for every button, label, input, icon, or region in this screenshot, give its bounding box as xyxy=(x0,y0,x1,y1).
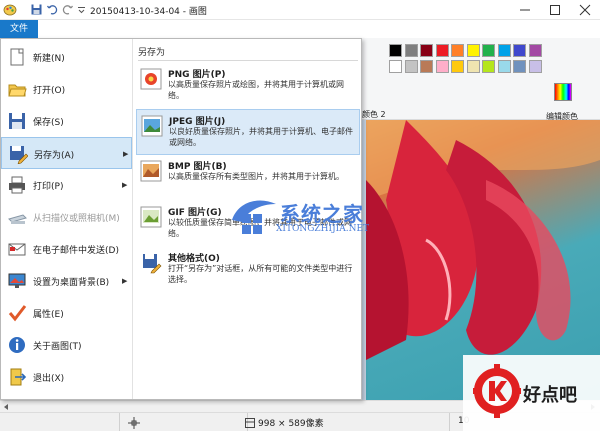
save-as-option-png-image[interactable]: PNG 图片(P) 以高质量保存照片或绘图，并将其用于计算机或网络。 xyxy=(136,63,360,109)
file-menu-item-label: 设置为桌面背景(B) xyxy=(33,278,110,288)
color-spectrum-icon xyxy=(554,83,572,101)
checkmark-icon xyxy=(8,305,27,322)
file-menu-item-label: 在电子邮件中发送(D) xyxy=(33,246,119,256)
quick-save-icon[interactable] xyxy=(30,3,43,16)
status-segment xyxy=(0,413,120,431)
file-menu-item-checkmark[interactable]: 属性(E) xyxy=(1,297,132,329)
customize-toolbar-icon[interactable] xyxy=(75,3,88,16)
save-as-option-jpeg-image[interactable]: JPEG 图片(J) 以良好质量保存照片，并将其用于计算机、电子邮件或网络。 xyxy=(136,109,360,155)
file-menu-item-label: 新建(N) xyxy=(33,54,65,64)
save-as-header-divider xyxy=(138,60,358,61)
save-as-option-other-format[interactable]: 其他格式(O) 打开“另存为”对话框，从所有可能的文件类型中进行选择。 xyxy=(136,247,360,293)
submenu-arrow-icon: ▶ xyxy=(123,150,129,158)
undo-icon[interactable] xyxy=(46,3,59,16)
file-menu-item-save-disk[interactable]: 保存(S) xyxy=(1,105,132,137)
xitongzhijia-watermark-text: 系统之家 xyxy=(280,202,364,226)
file-menu-item-open-folder[interactable]: 打开(O) xyxy=(1,73,132,105)
scanner-icon xyxy=(8,214,27,224)
window-title: 20150413-10-34-04 - 画图 xyxy=(90,7,207,17)
palette-swatch[interactable] xyxy=(404,60,418,73)
file-menu-item-printer[interactable]: 打印(P) ▶ xyxy=(1,169,132,201)
file-menu-item-label: 另存为(A) xyxy=(34,151,75,161)
file-menu-item-label: 保存(S) xyxy=(33,118,64,128)
gif-image-icon xyxy=(140,206,162,228)
exit-icon xyxy=(10,368,27,386)
status-segment xyxy=(248,413,450,431)
redo-icon[interactable] xyxy=(61,3,74,16)
palette-swatch[interactable] xyxy=(513,44,526,57)
xitongzhijia-watermark-url: XITONGZHIJIA.NET xyxy=(276,224,370,234)
palette-swatch[interactable] xyxy=(482,44,495,57)
xitongzhijia-watermark: 系统之家 XITONGZHIJIA.NET xyxy=(210,194,410,244)
ribbon-tab-bar: 文件 xyxy=(0,20,600,38)
file-menu-item-label: 关于画图(T) xyxy=(33,342,82,352)
palette-swatch[interactable] xyxy=(389,60,402,73)
printer-icon xyxy=(9,176,25,194)
palette-swatch[interactable] xyxy=(451,44,464,57)
file-menu-item-save-as[interactable]: 另存为(A) ▶ xyxy=(1,137,132,169)
submenu-arrow-icon: ▶ xyxy=(122,277,128,285)
title-bar: 20150413-10-34-04 - 画图 xyxy=(0,0,600,20)
save-as-option-description: 以良好质量保存照片，并将其用于计算机、电子邮件或网络。 xyxy=(169,127,353,147)
file-menu-commands: 新建(N) 打开(O) 保存(S) 另存为(A) ▶ 打印(P) ▶ 从扫描仪或照相机(M) 在… xyxy=(1,39,133,399)
palette-swatch[interactable] xyxy=(420,44,433,57)
file-menu-item-info[interactable]: 关于画图(T) xyxy=(1,329,132,361)
palette-swatch[interactable] xyxy=(528,60,542,73)
png-image-icon xyxy=(140,68,162,90)
save-as-header: 另存为 xyxy=(138,48,166,58)
xitongzhijia-logo-icon xyxy=(232,200,276,234)
haodianba-logo-icon xyxy=(473,364,521,418)
save-as-icon xyxy=(10,146,28,164)
minimize-icon[interactable] xyxy=(510,0,540,20)
file-menu-item-label: 打印(P) xyxy=(33,182,64,192)
other-format-icon xyxy=(143,254,162,274)
palette-swatch[interactable] xyxy=(435,44,449,57)
file-menu-item-desktop[interactable]: 设置为桌面背景(B) ▶ xyxy=(1,265,132,297)
file-menu-item-new-file[interactable]: 新建(N) xyxy=(1,41,132,73)
save-as-option-description: 以高质量保存所有类型图片，并将其用于计算机。 xyxy=(168,172,344,181)
close-icon[interactable] xyxy=(570,0,600,20)
info-icon xyxy=(9,337,25,353)
scroll-left-icon[interactable] xyxy=(2,403,10,411)
bmp-image-icon xyxy=(140,160,162,182)
save-as-option-description: 以高质量保存照片或绘图，并将其用于计算机或网络。 xyxy=(168,80,344,100)
color-2-label[interactable]: 颜色 2 xyxy=(362,109,386,120)
palette-swatch[interactable] xyxy=(513,60,526,73)
file-tab[interactable]: 文件 xyxy=(0,20,38,38)
palette-swatch[interactable] xyxy=(497,60,511,73)
haodianba-watermark-text: 好点吧 xyxy=(523,385,577,406)
palette-swatch[interactable] xyxy=(389,44,402,57)
palette-swatch[interactable] xyxy=(497,44,511,57)
status-segment xyxy=(120,413,248,431)
palette-swatch[interactable] xyxy=(435,60,449,73)
haodianba-watermark: 好点吧 xyxy=(463,355,600,431)
file-menu-item-label: 打开(O) xyxy=(33,86,66,96)
file-menu-item-label: 从扫描仪或照相机(M) xyxy=(33,214,120,224)
submenu-arrow-icon: ▶ xyxy=(122,181,128,189)
paint-app-icon[interactable] xyxy=(3,3,17,16)
file-menu-item-label: 属性(E) xyxy=(33,310,64,320)
jpeg-image-icon xyxy=(141,115,163,137)
file-menu-item-scanner[interactable]: 从扫描仪或照相机(M) xyxy=(1,201,132,233)
email-icon xyxy=(8,243,26,256)
palette-swatch[interactable] xyxy=(482,60,495,73)
new-file-icon xyxy=(10,48,24,66)
open-folder-icon xyxy=(8,84,27,97)
palette-swatch[interactable] xyxy=(451,60,464,73)
file-menu-item-exit[interactable]: 退出(X) xyxy=(1,361,132,393)
file-menu-item-email[interactable]: 在电子邮件中发送(D) xyxy=(1,233,132,265)
maximize-icon[interactable] xyxy=(540,0,570,20)
palette-swatch[interactable] xyxy=(404,44,418,57)
palette-swatch[interactable] xyxy=(466,44,480,57)
file-menu-item-label: 退出(X) xyxy=(33,374,65,384)
save-disk-icon xyxy=(9,113,25,129)
save-as-option-description: 打开“另存为”对话框，从所有可能的文件类型中进行选择。 xyxy=(168,264,353,284)
desktop-icon xyxy=(8,273,26,288)
palette-swatch[interactable] xyxy=(420,60,433,73)
palette-swatch[interactable] xyxy=(466,60,480,73)
palette-swatch[interactable] xyxy=(528,44,542,57)
